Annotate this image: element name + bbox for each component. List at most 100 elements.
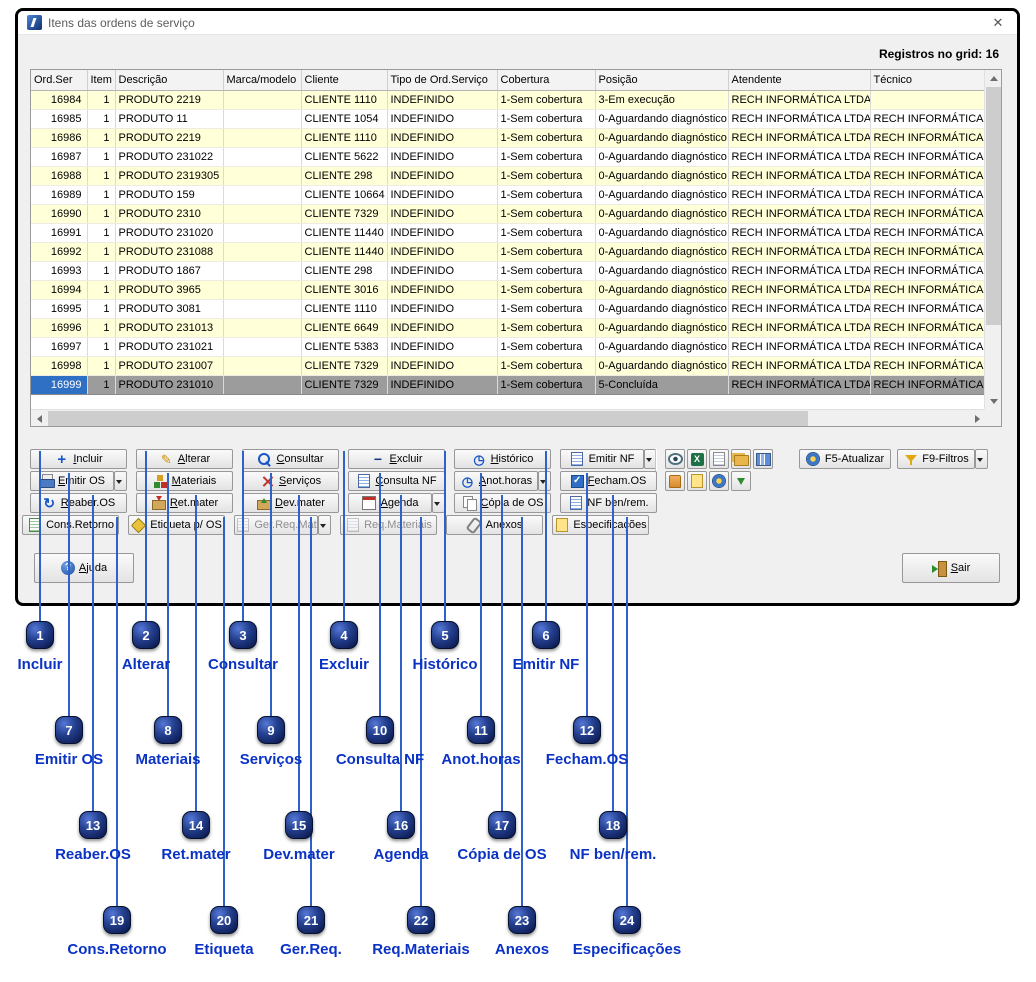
table-row[interactable]: 169931PRODUTO 1867CLIENTE 298INDEFINIDO1… <box>31 261 985 280</box>
req-materiais-button[interactable]: Req.Materiais <box>340 515 437 535</box>
scroll-up-arrow[interactable] <box>985 70 1002 87</box>
consultar-button[interactable]: Consultar <box>242 449 339 469</box>
history-icon <box>472 452 487 467</box>
ret-mater-button[interactable]: Ret.mater <box>136 493 233 513</box>
table-row[interactable]: 169911PRODUTO 231020CLIENTE 11440INDEFIN… <box>31 223 985 242</box>
vertical-scroll-thumb[interactable] <box>986 87 1001 325</box>
historico-button[interactable]: Histórico <box>454 449 551 469</box>
ger-req-mat-button[interactable]: Ger.Req.Mat <box>234 515 318 535</box>
grid-cell: 16992 <box>31 242 87 261</box>
grid-cell <box>223 109 301 128</box>
col-header-atendente[interactable]: Atendente <box>728 70 870 90</box>
alterar-button[interactable]: Alterar <box>136 449 233 469</box>
preview-button[interactable] <box>665 449 685 469</box>
scroll-down-arrow[interactable] <box>985 393 1002 410</box>
grid-cell: 0-Aguardando diagnóstico <box>595 356 728 375</box>
col-header-cobertura[interactable]: Cobertura <box>497 70 595 90</box>
table-row[interactable]: 169951PRODUTO 3081CLIENTE 1110INDEFINIDO… <box>31 299 985 318</box>
ger-req-mat-dropdown[interactable] <box>318 515 331 535</box>
fecham-os-label: Fecham.OS <box>588 475 647 487</box>
grid-cell: INDEFINIDO <box>387 223 497 242</box>
grid-cell: INDEFINIDO <box>387 204 497 223</box>
grid-cell: RECH INFORMÁTICA <box>870 261 985 280</box>
table-row[interactable]: 169981PRODUTO 231007CLIENTE 7329INDEFINI… <box>31 356 985 375</box>
anexos-button[interactable]: Anexos <box>446 515 543 535</box>
download-button[interactable] <box>731 471 751 491</box>
horizontal-scrollbar[interactable] <box>31 409 986 426</box>
ajuda-button[interactable]: Ajuda <box>34 553 134 583</box>
col-header-item[interactable]: Item <box>87 70 115 90</box>
col-header-posicao[interactable]: Posição <box>595 70 728 90</box>
grid-cell <box>223 299 301 318</box>
cons-retorno-button[interactable]: Cons.Retorno <box>22 515 119 535</box>
materiais-button[interactable]: Materiais <box>136 471 233 491</box>
excel-icon <box>691 453 704 466</box>
table-row[interactable]: 169881PRODUTO 2319305CLIENTE 298INDEFINI… <box>31 166 985 185</box>
invoice-icon <box>568 496 583 511</box>
callout-badge-23: 23 <box>508 906 536 934</box>
grid-config-button[interactable] <box>753 449 773 469</box>
col-header-tipo[interactable]: Tipo de Ord.Serviço <box>387 70 497 90</box>
f9-filtros-button[interactable]: F9-Filtros <box>897 449 975 469</box>
grid-cell: CLIENTE 1054 <box>301 109 387 128</box>
callout-badge-4: 4 <box>330 621 358 649</box>
emitir-os-button[interactable]: Emitir OS <box>30 471 114 491</box>
fecham-os-button[interactable]: Fecham.OS <box>560 471 657 491</box>
grid-cell: 0-Aguardando diagnóstico <box>595 223 728 242</box>
title-bar[interactable]: Itens das ordens de serviço ✕ <box>18 11 1017 35</box>
consulta-nf-button[interactable]: Consulta NF <box>348 471 445 491</box>
grid-cell: CLIENTE 7329 <box>301 204 387 223</box>
col-header-ordser[interactable]: Ord.Ser <box>31 70 87 90</box>
grid-cell <box>223 261 301 280</box>
col-header-marca[interactable]: Marca/modelo <box>223 70 301 90</box>
table-row[interactable]: 169991PRODUTO 231010CLIENTE 7329INDEFINI… <box>31 375 985 394</box>
archive-button[interactable] <box>731 449 751 469</box>
scroll-left-arrow[interactable] <box>31 410 48 427</box>
close-button[interactable]: ✕ <box>988 15 1008 31</box>
hand-button[interactable] <box>665 471 685 491</box>
f9-filtros-dropdown[interactable] <box>975 449 988 469</box>
servicos-button[interactable]: Serviços <box>242 471 339 491</box>
grid-cell: 16996 <box>31 318 87 337</box>
horizontal-scroll-thumb[interactable] <box>48 411 808 426</box>
especificacoes-button[interactable]: Especificações <box>552 515 649 535</box>
download-icon <box>734 474 749 489</box>
table-row[interactable]: 169921PRODUTO 231088CLIENTE 11440INDEFIN… <box>31 242 985 261</box>
col-header-tecnico[interactable]: Técnico <box>870 70 985 90</box>
table-row[interactable]: 169971PRODUTO 231021CLIENTE 5383INDEFINI… <box>31 337 985 356</box>
vertical-scrollbar[interactable] <box>984 70 1001 410</box>
sair-button[interactable]: Sair <box>902 553 1000 583</box>
emitir-os-dropdown[interactable] <box>114 471 127 491</box>
table-row[interactable]: 169871PRODUTO 231022CLIENTE 5622INDEFINI… <box>31 147 985 166</box>
etiqueta-button[interactable]: Etiqueta p/ OS <box>128 515 225 535</box>
grid-cell: INDEFINIDO <box>387 147 497 166</box>
table-row[interactable]: 169851PRODUTO 11CLIENTE 1054INDEFINIDO1-… <box>31 109 985 128</box>
grid-cell: RECH INFORMÁTICA <box>870 109 985 128</box>
grid-cell: CLIENTE 5622 <box>301 147 387 166</box>
table-row[interactable]: 169841PRODUTO 2219CLIENTE 1110INDEFINIDO… <box>31 90 985 109</box>
dev-mater-button[interactable]: Dev.mater <box>242 493 339 513</box>
grid-cell: 16990 <box>31 204 87 223</box>
table-row[interactable]: 169861PRODUTO 2219CLIENTE 1110INDEFINIDO… <box>31 128 985 147</box>
emitir-nf-button[interactable]: Emitir NF <box>560 449 644 469</box>
anot-horas-button[interactable]: Anot.horas <box>454 471 538 491</box>
report-button[interactable] <box>709 449 729 469</box>
agenda-button[interactable]: Agenda <box>348 493 432 513</box>
col-header-descricao[interactable]: Descrição <box>115 70 223 90</box>
table-row[interactable]: 169901PRODUTO 2310CLIENTE 7329INDEFINIDO… <box>31 204 985 223</box>
palette-button[interactable] <box>687 471 707 491</box>
table-row[interactable]: 169941PRODUTO 3965CLIENTE 3016INDEFINIDO… <box>31 280 985 299</box>
excel-export-button[interactable] <box>687 449 707 469</box>
callout-label-24: Especificações <box>542 941 712 958</box>
orders-grid: Ord.Ser Item Descrição Marca/modelo Clie… <box>30 69 1002 427</box>
table-row[interactable]: 169961PRODUTO 231013CLIENTE 6649INDEFINI… <box>31 318 985 337</box>
table-row[interactable]: 169891PRODUTO 159CLIENTE 10664INDEFINIDO… <box>31 185 985 204</box>
f5-atualizar-button[interactable]: F5-Atualizar <box>799 449 891 469</box>
col-header-cliente[interactable]: Cliente <box>301 70 387 90</box>
reaber-os-button[interactable]: Reaber.OS <box>30 493 127 513</box>
grid-cell: INDEFINIDO <box>387 337 497 356</box>
excluir-button[interactable]: Excluir <box>348 449 445 469</box>
incluir-button[interactable]: Incluir <box>30 449 127 469</box>
nf-ben-rem-button[interactable]: NF ben/rem. <box>560 493 657 513</box>
settings-button[interactable] <box>709 471 729 491</box>
